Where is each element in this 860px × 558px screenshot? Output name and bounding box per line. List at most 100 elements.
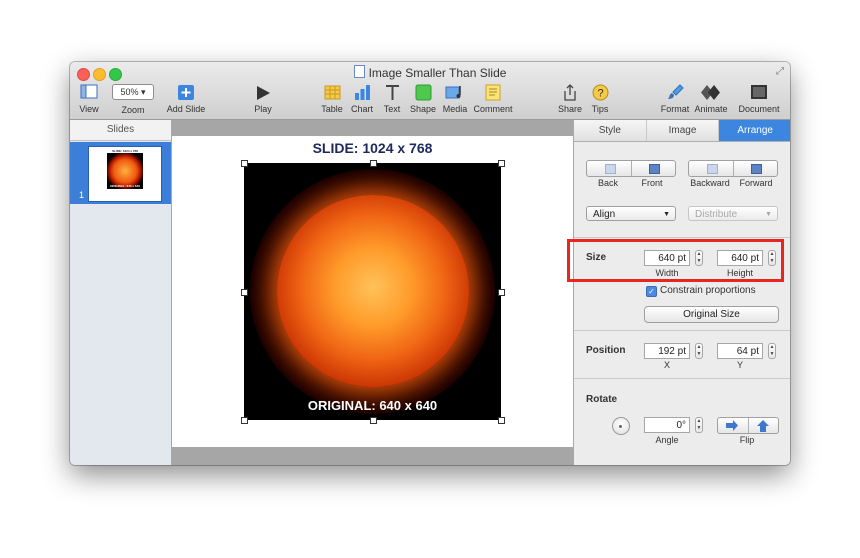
slide[interactable]: SLIDE: 1024 x 768 ORIGINAL: 640 x 640 xyxy=(172,136,573,447)
rotate-section: Rotate 0° ▲ ▼ Angle Flip xyxy=(574,379,790,465)
comment-label: Comment xyxy=(473,104,513,114)
animate-button[interactable]: Animate xyxy=(694,84,728,114)
x-field[interactable]: 192 pt xyxy=(644,343,690,359)
x-label: X xyxy=(663,360,670,370)
resize-handle-bottom-right[interactable] xyxy=(498,417,505,424)
format-label: Format xyxy=(660,104,690,114)
backward-button[interactable] xyxy=(689,161,734,176)
shape-label: Shape xyxy=(409,104,437,114)
play-label: Play xyxy=(254,104,272,114)
position-section: Position 192 pt ▲ ▼ X 64 pt ▲ ▼ Y xyxy=(574,331,790,379)
chart-button[interactable]: Chart xyxy=(350,84,374,114)
zoom-select[interactable]: 50% ▾ xyxy=(112,84,154,100)
distribute-label: Distribute xyxy=(695,209,738,220)
resize-handle-top-right[interactable] xyxy=(498,160,505,167)
document-inspector-icon xyxy=(751,85,767,99)
media-button[interactable]: Media xyxy=(441,84,469,114)
angle-label: Angle xyxy=(655,435,679,445)
add-slide-button[interactable]: Add Slide xyxy=(164,84,208,114)
slide-thumbnail[interactable]: SLIDE: 1024 x 768 ORIGINAL: 640 x 640 xyxy=(89,147,161,201)
tab-arrange[interactable]: Arrange xyxy=(719,120,790,141)
paintbrush-icon xyxy=(667,84,684,99)
slide-title[interactable]: SLIDE: 1024 x 768 xyxy=(172,140,573,156)
view-label: View xyxy=(79,104,99,114)
table-label: Table xyxy=(321,104,343,114)
constrain-checkbox[interactable]: ✓ xyxy=(646,286,657,297)
tab-image[interactable]: Image xyxy=(646,120,720,141)
angle-field[interactable]: 0° xyxy=(644,417,690,433)
thumbnail-caption: ORIGINAL: 640 x 640 xyxy=(110,184,140,188)
resize-handle-bottom-left[interactable] xyxy=(241,417,248,424)
forward-button[interactable] xyxy=(734,161,778,176)
add-slide-icon xyxy=(178,85,194,100)
view-button[interactable]: View xyxy=(76,84,102,114)
tab-style[interactable]: Style xyxy=(574,120,647,141)
flip-buttons xyxy=(717,417,779,434)
arrow-up-icon xyxy=(756,420,769,432)
distribute-select[interactable]: Distribute ▼ xyxy=(688,206,778,221)
resize-handle-bottom[interactable] xyxy=(370,417,377,424)
shape-button[interactable]: Shape xyxy=(409,84,437,114)
slide-navigator-header: Slides xyxy=(70,120,171,141)
resize-handle-top-left[interactable] xyxy=(241,160,248,167)
back-front-buttons xyxy=(586,160,676,177)
rotate-knob[interactable] xyxy=(612,417,630,435)
share-button[interactable]: Share xyxy=(557,84,583,114)
backward-forward-buttons xyxy=(688,160,778,177)
flip-horizontal-button[interactable] xyxy=(718,418,749,433)
comment-icon xyxy=(485,84,501,101)
y-stepper[interactable]: ▲ ▼ xyxy=(768,343,776,359)
table-button[interactable]: Table xyxy=(320,84,344,114)
play-button[interactable]: Play xyxy=(250,84,276,114)
resize-handle-left[interactable] xyxy=(241,289,248,296)
position-title: Position xyxy=(586,345,626,356)
zoom-control[interactable]: 50% ▾ Zoom xyxy=(110,84,156,115)
slide-thumbnail-row[interactable]: 1 SLIDE: 1024 x 768 ORIGINAL: 640 x 640 xyxy=(70,142,171,204)
flip-label: Flip xyxy=(739,435,755,445)
back-label: Back xyxy=(597,178,618,188)
add-slide-label: Add Slide xyxy=(166,104,206,114)
align-select[interactable]: Align ▼ xyxy=(586,206,676,221)
toolbar: Image Smaller Than Slide ⤢ View 50% ▾ Zo… xyxy=(70,62,790,120)
arrow-right-icon xyxy=(726,420,738,431)
format-button[interactable]: Format xyxy=(660,84,690,114)
tips-label: Tips xyxy=(591,104,609,114)
text-label: Text xyxy=(383,104,401,114)
back-button[interactable] xyxy=(587,161,632,176)
slide-navigator: Slides 1 SLIDE: 1024 x 768 ORIGINAL: 640… xyxy=(70,120,172,465)
window-title-text: Image Smaller Than Slide xyxy=(368,66,507,80)
x-stepper[interactable]: ▲ ▼ xyxy=(695,343,703,359)
shape-icon xyxy=(415,84,431,101)
inspector-panel: Style Image Arrange Back Front Backward … xyxy=(573,120,790,465)
original-size-button[interactable]: Original Size xyxy=(644,306,779,323)
slide-number: 1 xyxy=(79,190,85,200)
y-field[interactable]: 64 pt xyxy=(717,343,763,359)
document-button[interactable]: Document xyxy=(736,84,782,114)
text-icon xyxy=(385,85,399,100)
angle-stepper[interactable]: ▲ ▼ xyxy=(695,417,703,433)
table-icon xyxy=(324,85,340,100)
share-icon xyxy=(564,84,576,101)
window-title: Image Smaller Than Slide xyxy=(70,65,790,80)
sun-image[interactable]: ORIGINAL: 640 x 640 xyxy=(244,163,501,420)
text-button[interactable]: Text xyxy=(380,84,404,114)
resize-handle-top[interactable] xyxy=(370,160,377,167)
resize-handle-right[interactable] xyxy=(498,289,505,296)
send-back-icon xyxy=(604,164,616,174)
tips-button[interactable]: ? Tips xyxy=(588,84,612,114)
fullscreen-icon[interactable]: ⤢ xyxy=(776,66,784,77)
play-icon xyxy=(257,86,270,100)
front-button[interactable] xyxy=(632,161,676,176)
comment-button[interactable]: Comment xyxy=(472,84,514,114)
layering-section: Back Front Backward Forward Align ▼ Dist… xyxy=(574,142,790,238)
bring-forward-icon xyxy=(751,164,763,174)
view-icon xyxy=(80,84,98,99)
sun-disc xyxy=(277,195,469,387)
chevron-down-icon: ▼ xyxy=(765,211,772,218)
image-caption: ORIGINAL: 640 x 640 xyxy=(307,398,438,413)
flip-vertical-button[interactable] xyxy=(749,418,779,433)
chart-icon xyxy=(354,85,370,100)
y-label: Y xyxy=(736,360,743,370)
document-label: Document xyxy=(738,104,780,114)
inspector-tabs: Style Image Arrange xyxy=(574,120,790,142)
